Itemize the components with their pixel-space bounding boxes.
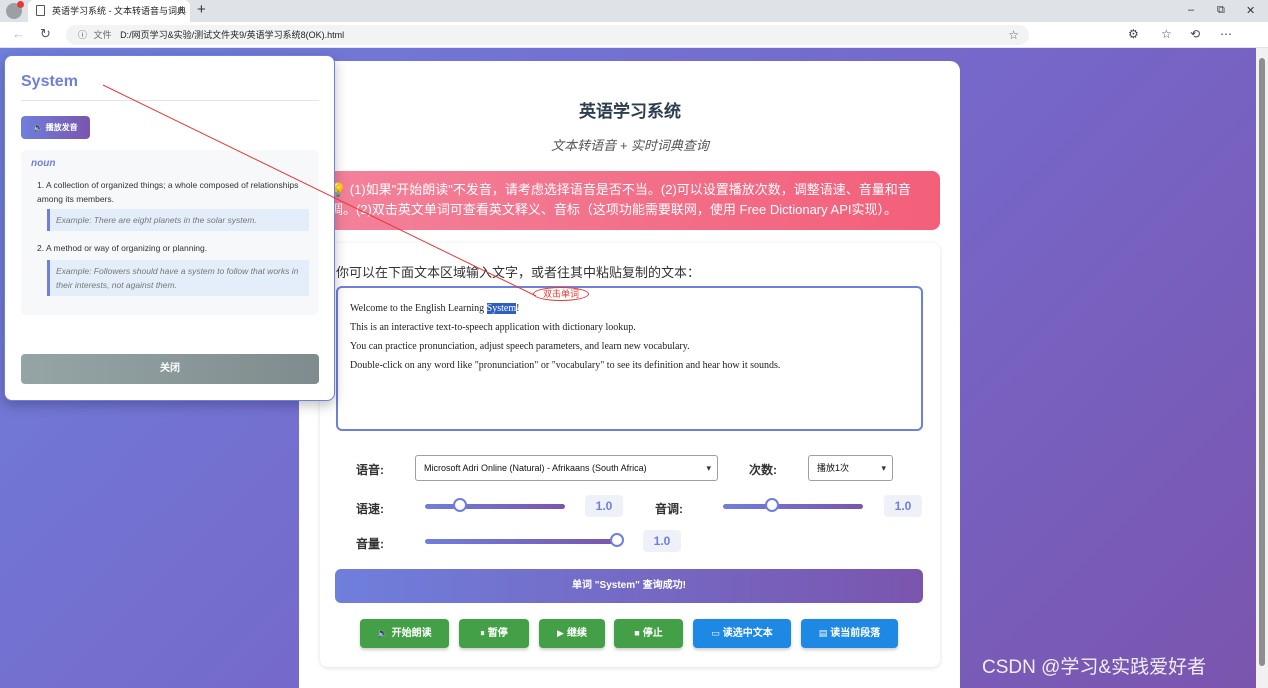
speaker-icon: 🔈 xyxy=(33,123,44,132)
address-bar: ← ↻ ⓘ 文件 D:/网页学习&实验/测试文件夹9/英语学习系统8(OK).h… xyxy=(0,22,1268,48)
restore-button[interactable]: ⧉ xyxy=(1217,4,1225,17)
scrollbar-thumb[interactable] xyxy=(1259,58,1265,666)
stop-icon: ■ xyxy=(634,628,640,638)
count-label: 次数: xyxy=(749,463,777,477)
url-field[interactable]: ⓘ 文件 D:/网页学习&实验/测试文件夹9/英语学习系统8(OK).html … xyxy=(66,25,1029,45)
definition-item: 2. A method or way of organizing or plan… xyxy=(37,243,208,253)
url-text: D:/网页学习&实验/测试文件夹9/英语学习系统8(OK).html xyxy=(120,30,345,40)
tab-title: 英语学习系统 - 文本转语音与词典 xyxy=(52,6,186,16)
back-icon[interactable]: ← xyxy=(12,26,25,41)
history-icon[interactable]: ⟲ xyxy=(1190,27,1200,41)
definition-example: Example: Followers should have a system … xyxy=(47,260,309,296)
read-paragraph-button[interactable]: ▤ 读当前段落 xyxy=(801,619,898,648)
play-icon: ▶ xyxy=(557,628,564,638)
tab-bar: 英语学习系统 - 文本转语音与词典 × + – ⧉ ✕ xyxy=(0,0,1268,22)
popup-divider xyxy=(21,100,319,101)
text-line: Double-click on any word like "pronuncia… xyxy=(350,360,781,371)
chevron-down-icon: ▾ xyxy=(706,463,711,473)
file-label: 文件 xyxy=(93,30,112,40)
favorite-star-icon[interactable]: ☆ xyxy=(1008,25,1019,45)
part-of-speech: noun xyxy=(31,158,56,169)
count-select[interactable]: 播放1次 ▾ xyxy=(808,455,893,481)
text-line: This is an interactive text-to-speech ap… xyxy=(350,322,636,333)
speaker-icon: 🔈 xyxy=(377,628,389,638)
voice-label: 语音: xyxy=(356,463,384,477)
pause-icon: ⏸ xyxy=(480,628,485,638)
volume-label: 音量: xyxy=(356,537,384,551)
close-tab-icon[interactable]: × xyxy=(178,0,184,22)
start-reading-button[interactable]: 🔈 开始朗读 xyxy=(360,619,449,648)
pitch-slider[interactable] xyxy=(723,504,863,509)
text-icon: ▭ xyxy=(711,628,720,638)
dictionary-popup: System 🔈 播放发音 noun 1. A collection of or… xyxy=(4,55,335,401)
pitch-value: 1.0 xyxy=(884,495,922,517)
rate-slider[interactable] xyxy=(425,504,565,509)
chevron-down-icon: ▾ xyxy=(881,463,886,473)
scrollbar[interactable] xyxy=(1256,48,1268,688)
reload-icon[interactable]: ↻ xyxy=(40,26,51,42)
text-line: Welcome to the English Learning System! xyxy=(350,303,520,314)
volume-value: 1.0 xyxy=(643,530,681,552)
watermark: CSDN @学习&实践爱好者 xyxy=(982,657,1207,678)
rate-label: 语速: xyxy=(356,502,384,516)
voice-select[interactable]: Microsoft Adri Online (Natural) - Afrika… xyxy=(415,455,718,481)
info-icon[interactable]: ⓘ xyxy=(78,30,87,40)
page-subtitle: 文本转语音 + 实时词典查询 xyxy=(551,138,709,153)
text-line: You can practice pronunciation, adjust s… xyxy=(350,341,690,352)
pitch-label: 音调: xyxy=(655,502,683,516)
close-popup-button[interactable]: 关闭 xyxy=(21,354,319,384)
read-selected-button[interactable]: ▭ 读选中文本 xyxy=(693,619,791,648)
document-icon: ▤ xyxy=(818,628,828,638)
play-pronunciation-button[interactable]: 🔈 播放发音 xyxy=(21,116,90,139)
resume-button[interactable]: ▶ 继续 xyxy=(539,619,605,648)
favorites-icon[interactable]: ☆ xyxy=(1161,27,1172,41)
extensions-icon[interactable]: ⚙ xyxy=(1128,27,1139,41)
close-window-button[interactable]: ✕ xyxy=(1246,4,1255,17)
more-menu-icon[interactable]: ⋯ xyxy=(1220,27,1232,41)
definition-item: 1. A collection of organized things; a w… xyxy=(37,180,299,204)
pause-button[interactable]: ⏸ 暂停 xyxy=(459,619,529,648)
pitch-slider-knob[interactable] xyxy=(765,498,779,512)
minimize-button[interactable]: – xyxy=(1188,4,1194,16)
document-icon xyxy=(36,5,45,16)
rate-slider-knob[interactable] xyxy=(453,498,467,512)
input-label: 你可以在下面文本区域输入文字，或者往其中粘贴复制的文本： xyxy=(336,265,701,280)
double-click-annotation: 双击单词 xyxy=(533,287,589,301)
notice-banner: 💡 (1)如果"开始朗读"不发音，请考虑选择语音是否不当。(2)可以设置播放次数… xyxy=(322,171,940,230)
status-bar: 单词 "System" 查询成功! xyxy=(335,569,923,603)
tab-current[interactable]: 英语学习系统 - 文本转语音与词典 × xyxy=(28,0,190,22)
profile-icon[interactable] xyxy=(6,1,24,19)
text-input-area[interactable]: Welcome to the English Learning System! … xyxy=(336,286,923,431)
volume-slider-knob[interactable] xyxy=(610,533,624,547)
selected-word: System xyxy=(486,303,517,314)
volume-slider[interactable] xyxy=(425,539,617,544)
stop-button[interactable]: ■ 停止 xyxy=(614,619,683,648)
new-tab-button[interactable]: + xyxy=(197,1,206,18)
definition-example: Example: There are eight planets in the … xyxy=(47,209,309,231)
page-title: 英语学习系统 xyxy=(579,102,681,121)
rate-value: 1.0 xyxy=(585,495,623,517)
popup-word: System xyxy=(21,73,78,90)
